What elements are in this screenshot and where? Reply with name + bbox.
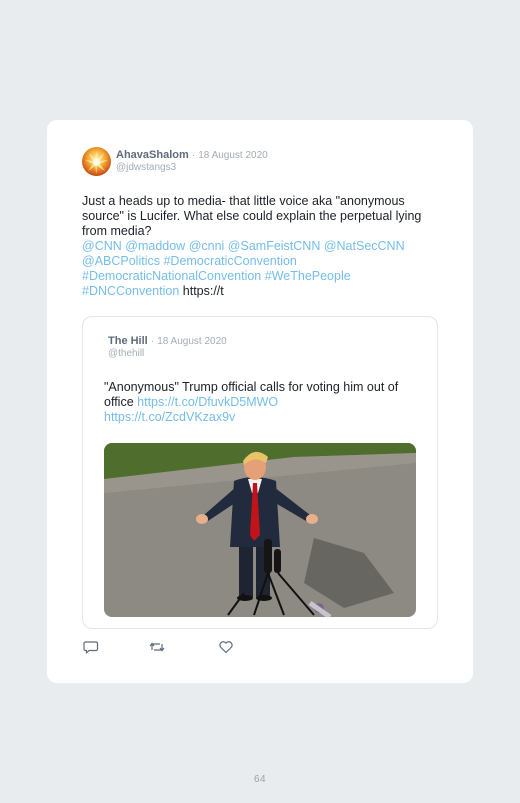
quoted-tweet[interactable]: The Hill · 18 August 2020 @thehill "Anon…	[82, 316, 438, 629]
quoted-date[interactable]: 18 August 2020	[157, 336, 227, 347]
hashtag-link[interactable]: #DemocraticConvention	[163, 254, 296, 268]
page-number: 64	[253, 774, 267, 785]
tweet-card: AhavaShalom · 18 August 2020 @jdwstangs3…	[47, 120, 473, 683]
mention-link[interactable]: @maddow	[125, 239, 185, 253]
mention-link[interactable]: @SamFeistCNN	[228, 239, 321, 253]
author-handle[interactable]: @jdwstangs3	[116, 162, 176, 173]
reply-icon	[83, 641, 99, 654]
quoted-link[interactable]: https://t.co/ZcdVKzax9v	[104, 410, 235, 424]
heart-icon	[219, 641, 233, 654]
quoted-body: "Anonymous" Trump official calls for vot…	[104, 380, 422, 425]
tweet-body: Just a heads up to media- that little vo…	[82, 194, 438, 299]
tweet-date[interactable]: 18 August 2020	[198, 150, 268, 161]
retweet-button[interactable]	[148, 638, 166, 656]
hashtag-link[interactable]: #DemocraticNationalConvention	[82, 269, 261, 283]
mention-link[interactable]: @NatSecCNN	[324, 239, 405, 253]
retweet-icon	[149, 642, 165, 652]
hashtag-link[interactable]: #DNCConvention	[82, 284, 179, 298]
quoted-author-line: The Hill · 18 August 2020	[108, 335, 227, 348]
like-button[interactable]	[217, 638, 235, 656]
author-avatar[interactable]	[82, 147, 111, 176]
mention-link[interactable]: @CNN	[82, 239, 122, 253]
tweet-text-intro: Just a heads up to media- that little vo…	[82, 194, 422, 238]
avatar-image	[85, 151, 108, 174]
tweet-trailing-text: https://t	[182, 284, 224, 298]
mention-link[interactable]: @ABCPolitics	[82, 254, 160, 268]
quoted-author-name[interactable]: The Hill	[108, 335, 148, 347]
quoted-link[interactable]: https://t.co/DfuvkD5MWO	[137, 395, 278, 409]
press-photo	[104, 443, 416, 617]
author-line: AhavaShalom · 18 August 2020	[116, 149, 268, 162]
quoted-media-image[interactable]	[104, 443, 416, 617]
hashtag-link[interactable]: #WeThePeople	[265, 269, 351, 283]
mention-link[interactable]: @cnni	[189, 239, 225, 253]
quoted-handle[interactable]: @thehill	[108, 348, 144, 359]
reply-button[interactable]	[82, 638, 100, 656]
author-name[interactable]: AhavaShalom	[116, 149, 189, 161]
separator-dot: ·	[150, 336, 155, 347]
separator-dot: ·	[191, 150, 196, 161]
